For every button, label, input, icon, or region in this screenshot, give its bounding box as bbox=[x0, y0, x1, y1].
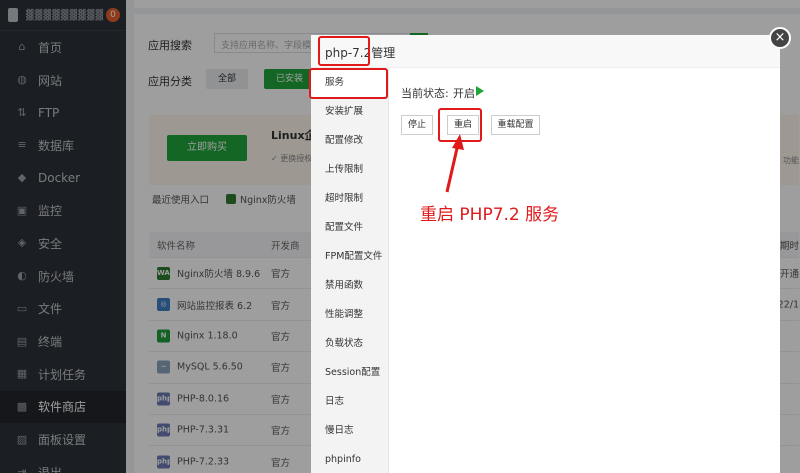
annotation-arrow bbox=[445, 134, 464, 193]
annotation-text: 重启 PHP7.2 服务 bbox=[420, 205, 560, 225]
